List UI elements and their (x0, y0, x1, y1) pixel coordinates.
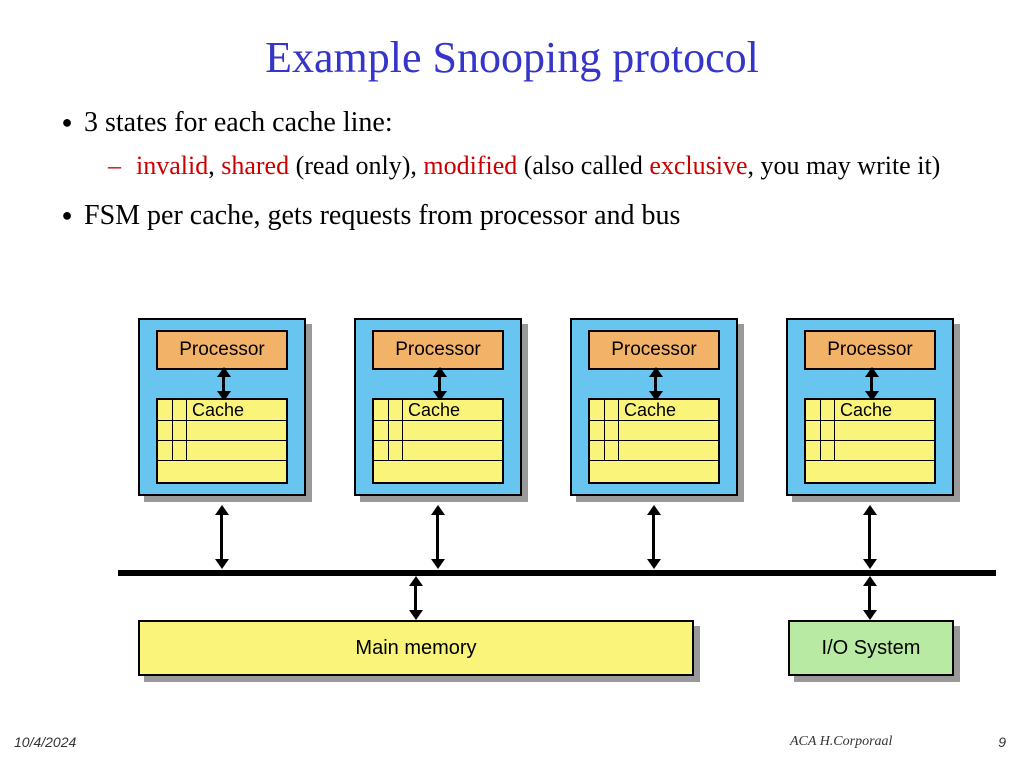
arrow-proc-cache-icon (222, 375, 225, 393)
bullet-icon: ● (50, 104, 84, 142)
processor-unit: Processor Cache (354, 318, 522, 496)
state-exclusive: exclusive (649, 151, 747, 180)
bullet-1: ● 3 states for each cache line: (50, 104, 984, 142)
bullet-icon: ● (50, 197, 84, 235)
cache-box: Cache (588, 398, 720, 484)
processor-box: Processor (588, 330, 720, 370)
processor-unit: Processor Cache (138, 318, 306, 496)
slide-title: Example Snooping protocol (0, 32, 1024, 83)
state-shared: shared (221, 151, 289, 180)
arrow-unit-bus-icon (220, 513, 223, 561)
processor-unit: Processor Cache (570, 318, 738, 496)
io-system-box: I/O System (788, 620, 954, 676)
cache-label: Cache (840, 400, 892, 421)
arrow-proc-cache-icon (870, 375, 873, 393)
processor-unit: Processor Cache (786, 318, 954, 496)
arrow-unit-bus-icon (436, 513, 439, 561)
arrow-proc-cache-icon (654, 375, 657, 393)
slide: Example Snooping protocol ● 3 states for… (0, 0, 1024, 768)
footer-author: ACA H.Corporaal (790, 734, 892, 750)
footer-date: 10/4/2024 (14, 734, 76, 750)
bullet-1-sub-text: invalid, shared (read only), modified (a… (136, 148, 940, 183)
state-invalid: invalid (136, 151, 208, 180)
processor-box: Processor (156, 330, 288, 370)
cache-label: Cache (624, 400, 676, 421)
arrow-unit-bus-icon (652, 513, 655, 561)
cache-box: Cache (372, 398, 504, 484)
cache-label: Cache (192, 400, 244, 421)
bullet-2: ● FSM per cache, gets requests from proc… (50, 197, 984, 235)
cache-box: Cache (804, 398, 936, 484)
bullet-2-text: FSM per cache, gets requests from proces… (84, 197, 680, 235)
main-memory-box: Main memory (138, 620, 694, 676)
dash-icon: – (108, 148, 136, 183)
state-modified: modified (423, 151, 517, 180)
arrow-bus-memory-icon (414, 584, 417, 612)
arrow-proc-cache-icon (438, 375, 441, 393)
processor-box: Processor (372, 330, 504, 370)
bullet-1-text: 3 states for each cache line: (84, 104, 393, 142)
arrow-unit-bus-icon (868, 513, 871, 561)
bullet-1-sub: – invalid, shared (read only), modified … (108, 148, 984, 183)
processor-box: Processor (804, 330, 936, 370)
footer-page: 9 (998, 734, 1006, 750)
arrow-bus-io-icon (868, 584, 871, 612)
bullet-list: ● 3 states for each cache line: – invali… (50, 104, 984, 235)
cache-label: Cache (408, 400, 460, 421)
architecture-diagram: Processor Cache Processor Cache Processo… (0, 318, 1024, 768)
cache-box: Cache (156, 398, 288, 484)
